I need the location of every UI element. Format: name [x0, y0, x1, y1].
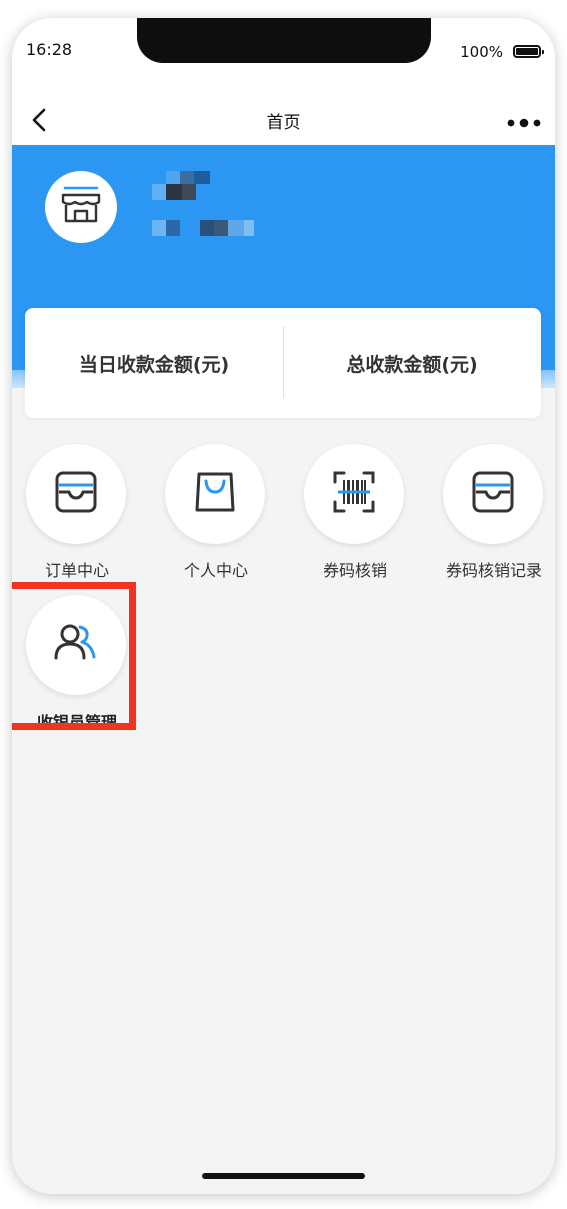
menu-order-center[interactable]: 订单中心 — [12, 444, 142, 594]
menu-personal-center[interactable]: 个人中心 — [151, 444, 281, 594]
menu-icon-circle[interactable] — [165, 444, 265, 544]
battery-percent: 100% — [460, 43, 503, 61]
total-amount-label[interactable]: 总收款金额(元) — [283, 308, 541, 418]
store-avatar[interactable] — [45, 171, 117, 243]
battery-icon — [513, 45, 544, 58]
barcode-scan-icon — [332, 470, 376, 518]
shopping-bag-icon — [193, 470, 237, 518]
menu-coupon-records[interactable]: 券码核销记录 — [429, 444, 555, 594]
highlight-box — [12, 582, 136, 730]
store-icon — [59, 185, 103, 229]
menu-icon-circle[interactable] — [26, 444, 126, 544]
summary-card: 当日收款金额(元) 总收款金额(元) — [25, 308, 541, 418]
page-title: 首页 — [266, 113, 301, 133]
inbox-tray-icon — [54, 470, 98, 518]
pixelated-store-info — [152, 171, 254, 236]
menu-coupon-verify[interactable]: 券码核销 — [290, 444, 420, 594]
phone-frame: 16:28 100% 首页 当日收款金额(元) 总收款金额(元) 订单中心 个人… — [12, 18, 555, 1194]
more-dots-icon[interactable] — [507, 114, 541, 128]
menu-icon-circle[interactable] — [443, 444, 543, 544]
menu-icon-circle[interactable] — [304, 444, 404, 544]
menu-label: 券码核销 — [322, 561, 387, 580]
inbox-tray-icon — [471, 470, 515, 518]
status-time: 16:28 — [26, 40, 73, 59]
home-indicator[interactable] — [202, 1173, 365, 1179]
menu-label: 订单中心 — [44, 561, 109, 580]
today-amount-label[interactable]: 当日收款金额(元) — [25, 308, 283, 418]
notch — [137, 18, 431, 63]
nav-bar: 首页 — [12, 98, 555, 145]
status-bar: 16:28 100% — [12, 18, 555, 98]
menu-label: 券码核销记录 — [445, 561, 542, 580]
menu-label: 个人中心 — [183, 561, 248, 580]
